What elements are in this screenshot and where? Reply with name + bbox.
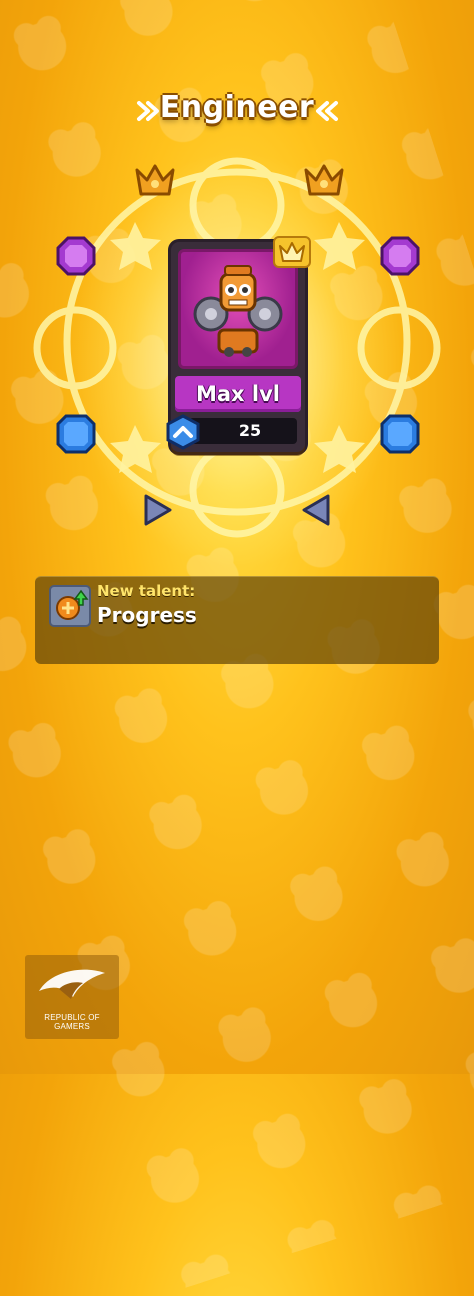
blue-gem-icon	[380, 414, 420, 454]
ring-ornament	[33, 157, 441, 538]
purple-gem-icon	[380, 236, 420, 276]
rog-watermark: REPUBLIC OF GAMERS	[25, 955, 119, 1039]
new-talent-panel[interactable]: New talent: Progress	[35, 576, 439, 664]
talent-upgrade-icon	[49, 585, 91, 627]
page-title: Engineer	[159, 90, 315, 125]
rog-brand-text: REPUBLIC OF GAMERS	[44, 1013, 100, 1031]
talent-name: Progress	[97, 603, 197, 627]
blue-gem-icon	[56, 414, 96, 454]
crown-icon	[135, 164, 175, 196]
arrow-left-icon	[302, 494, 330, 526]
arrow-right-icon	[144, 494, 172, 526]
level-chevron-icon	[166, 414, 200, 450]
title-arrow-right-icon	[316, 101, 338, 121]
crown-badge-icon	[273, 236, 311, 268]
max-level-label: Max lvl	[175, 376, 301, 412]
purple-gem-icon	[56, 236, 96, 276]
rog-eye-logo	[39, 969, 105, 999]
talent-caption: New talent:	[97, 582, 196, 600]
level-value: 25	[189, 418, 297, 444]
crown-icon	[304, 164, 344, 196]
